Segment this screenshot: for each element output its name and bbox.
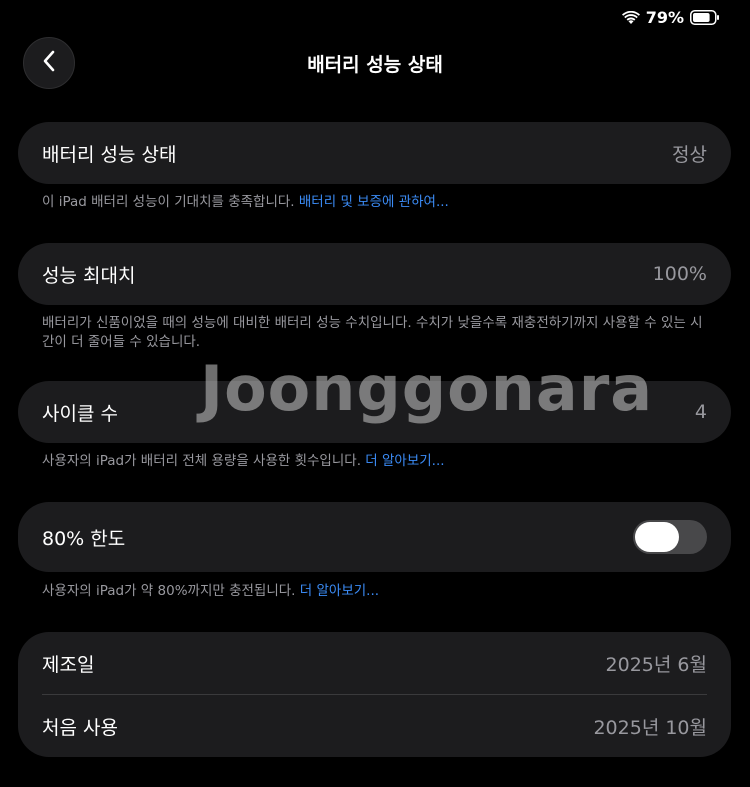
battery-health-note-text: 이 iPad 배터리 성능이 기대치를 충족합니다. — [42, 194, 299, 210]
page-title: 배터리 성능 상태 — [307, 54, 443, 76]
dates-cell: 제조일 2025년 6월 처음 사용 2025년 10월 — [18, 632, 731, 757]
battery-health-cell: 배터리 성능 상태 정상 — [18, 122, 731, 184]
status-bar: 79% — [621, 8, 720, 27]
manufacture-date-value: 2025년 6월 — [605, 653, 707, 676]
charge-limit-toggle[interactable] — [633, 520, 707, 554]
manufacture-date-label: 제조일 — [42, 653, 95, 676]
limit-learn-more-link[interactable]: 더 알아보기... — [300, 583, 379, 599]
cycle-count-cell: 사이클 수 4 — [18, 381, 731, 443]
battery-percent: 79% — [645, 8, 684, 27]
battery-health-value: 정상 — [672, 143, 707, 166]
cycle-count-value: 4 — [694, 401, 707, 423]
battery-warranty-link[interactable]: 배터리 및 보증에 관하여... — [299, 194, 449, 210]
max-capacity-label: 성능 최대치 — [42, 264, 136, 287]
max-capacity-value: 100% — [652, 263, 707, 285]
max-capacity-note: 배터리가 신품이었을 때의 성능에 대비한 배터리 성능 수치입니다. 수치가 … — [42, 315, 703, 350]
charge-limit-note: 사용자의 iPad가 약 80%까지만 충전됩니다. 더 알아보기... — [42, 582, 712, 601]
first-use-value: 2025년 10월 — [593, 716, 707, 739]
wifi-icon — [621, 10, 640, 25]
charge-limit-label: 80% 한도 — [42, 527, 126, 550]
cycle-learn-more-link[interactable]: 더 알아보기... — [365, 453, 444, 469]
charge-limit-note-text: 사용자의 iPad가 약 80%까지만 충전됩니다. — [42, 583, 300, 599]
charge-limit-cell: 80% 한도 — [18, 502, 731, 572]
toggle-knob — [635, 522, 679, 552]
battery-health-note: 이 iPad 배터리 성능이 기대치를 충족합니다. 배터리 및 보증에 관하여… — [42, 193, 712, 212]
cycle-count-note: 사용자의 iPad가 배터리 전체 용량을 사용한 횟수입니다. 더 알아보기.… — [42, 452, 712, 471]
cycle-count-note-text: 사용자의 iPad가 배터리 전체 용량을 사용한 횟수입니다. — [42, 453, 366, 469]
battery-health-label: 배터리 성능 상태 — [42, 143, 177, 166]
max-capacity-cell: 성능 최대치 100% — [18, 243, 731, 305]
cycle-count-label: 사이클 수 — [42, 402, 118, 425]
first-use-label: 처음 사용 — [42, 716, 118, 739]
battery-icon — [690, 10, 720, 25]
battery-health-page: 79% 배터리 성능 상태 배터리 성능 상태 정상 이 iPad 배터리 성능… — [0, 0, 750, 787]
